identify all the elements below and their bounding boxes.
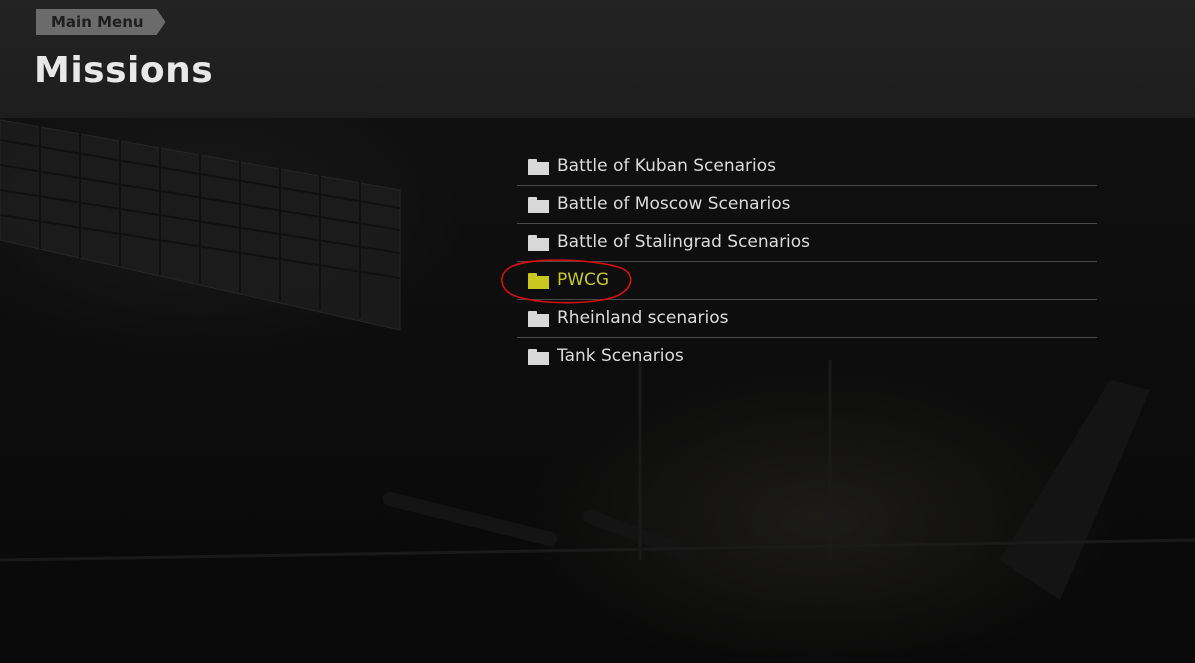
folder-icon bbox=[528, 235, 549, 251]
header-bar: Main Menu Missions bbox=[0, 0, 1195, 118]
folder-label: Battle of Kuban Scenarios bbox=[557, 156, 777, 176]
folder-item-pwcg[interactable]: PWCG bbox=[517, 262, 1097, 300]
folder-label: Rheinland scenarios bbox=[557, 308, 729, 328]
folder-label: Battle of Moscow Scenarios bbox=[557, 194, 791, 214]
folder-label: Battle of Stalingrad Scenarios bbox=[557, 232, 811, 252]
folder-item-battle-of-kuban[interactable]: Battle of Kuban Scenarios bbox=[517, 148, 1097, 186]
folder-label: PWCG bbox=[557, 270, 610, 290]
mission-folder-list: Battle of Kuban Scenarios Battle of Mosc… bbox=[517, 148, 1097, 375]
page-title: Missions bbox=[34, 50, 214, 91]
folder-icon bbox=[528, 159, 549, 175]
folder-icon bbox=[528, 273, 549, 289]
folder-label: Tank Scenarios bbox=[557, 346, 684, 366]
folder-item-rheinland[interactable]: Rheinland scenarios bbox=[517, 300, 1097, 338]
breadcrumb-main-menu[interactable]: Main Menu bbox=[36, 9, 166, 35]
folder-icon bbox=[528, 197, 549, 213]
folder-item-battle-of-moscow[interactable]: Battle of Moscow Scenarios bbox=[517, 186, 1097, 224]
folder-item-tank-scenarios[interactable]: Tank Scenarios bbox=[517, 338, 1097, 375]
folder-icon bbox=[528, 311, 549, 327]
folder-icon bbox=[528, 349, 549, 365]
folder-item-battle-of-stalingrad[interactable]: Battle of Stalingrad Scenarios bbox=[517, 224, 1097, 262]
